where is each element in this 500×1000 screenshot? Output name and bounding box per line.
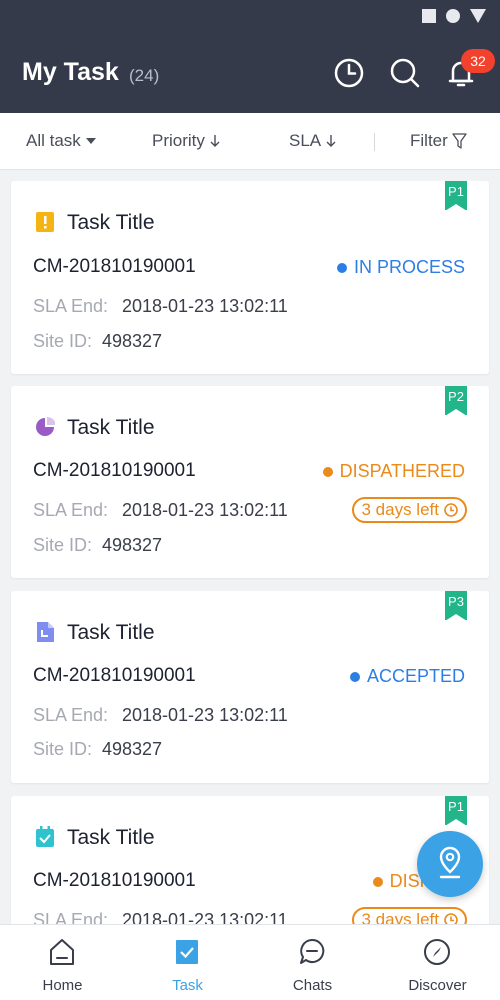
calendar-check-icon: [36, 826, 54, 847]
filter-button[interactable]: Filter: [410, 131, 467, 151]
pie-chart-icon: [36, 416, 55, 436]
square-icon: [422, 9, 436, 23]
task-title: Task Title: [67, 826, 155, 849]
sla-end-value: 2018-01-23 13:02:11: [122, 705, 288, 725]
time-left-badge: 3 days left: [351, 497, 467, 523]
task-title: Task Title: [67, 211, 155, 234]
priority-label: Priority: [152, 131, 205, 150]
circle-icon: [446, 9, 460, 23]
task-id: CM-201810190001: [33, 460, 196, 481]
time-left-text: 3 days left: [361, 500, 440, 519]
sla-end-label: SLA End:: [33, 500, 109, 520]
home-icon: [50, 939, 74, 965]
status-indicator: ACCEPTED: [349, 666, 465, 687]
status-bar: [0, 0, 500, 34]
filter-label: Filter: [410, 131, 448, 150]
warning-note-icon: [36, 212, 54, 232]
sla-end-value: 2018-01-23 13:02:11: [122, 500, 288, 520]
nav-task[interactable]: Task: [125, 925, 250, 1000]
priority-tag: P2: [445, 386, 467, 416]
all-task-dropdown[interactable]: All task: [26, 131, 97, 151]
bottom-nav: Home Task Chats Discover: [0, 924, 500, 1000]
document-icon: [37, 622, 54, 642]
site-id-value: 498327: [102, 739, 163, 759]
task-id: CM-201810190001: [33, 256, 196, 277]
app-bar: My Task (24): [0, 34, 500, 113]
arrow-down-icon: [326, 135, 336, 147]
status-text: IN PROCESS: [353, 257, 465, 277]
status-text: DISPATHERED: [339, 461, 465, 481]
arrow-down-icon: [210, 135, 220, 147]
priority-tag: P1: [445, 181, 467, 211]
status-indicator: IN PROCESS: [336, 257, 465, 278]
funnel-icon: [452, 133, 467, 149]
caret-down-icon: [85, 138, 96, 144]
site-id-label: Site ID:: [33, 739, 93, 759]
search-icon[interactable]: [388, 56, 422, 90]
nav-chats[interactable]: Chats: [250, 925, 375, 1000]
status-text: ACCEPTED: [366, 666, 465, 686]
site-id-value: 498327: [102, 535, 163, 555]
status-dot: [336, 262, 347, 273]
priority-tag: P1: [445, 796, 467, 826]
sla-sort[interactable]: SLA: [289, 131, 337, 151]
site-id-label: Site ID:: [33, 535, 93, 555]
nav-task-label: Task: [172, 977, 203, 994]
notification-badge: 32: [461, 49, 495, 73]
nav-discover[interactable]: Discover: [375, 925, 500, 1000]
divider: [374, 133, 375, 151]
priority-tag: P3: [445, 591, 467, 621]
compass-icon: [424, 939, 450, 965]
task-id: CM-201810190001: [33, 870, 196, 891]
history-clock-icon: [444, 503, 458, 517]
task-card[interactable]: P1 Task Title CM-201810190001 IN PROCESS…: [11, 181, 489, 374]
sla-end-label: SLA End:: [33, 705, 109, 725]
site-id-value: 498327: [102, 331, 163, 351]
priority-sort[interactable]: Priority: [152, 131, 221, 151]
task-title: Task Title: [67, 416, 155, 439]
status-dot: [322, 466, 333, 477]
status-indicator: DISPATHERED: [322, 461, 465, 482]
sla-end-value: 2018-01-23 13:02:11: [122, 296, 288, 316]
nav-home[interactable]: Home: [0, 925, 125, 1000]
location-fab[interactable]: [417, 831, 483, 897]
sla-end-label: SLA End:: [33, 296, 109, 316]
site-id-label: Site ID:: [33, 331, 93, 351]
triangle-icon: [470, 9, 486, 23]
nav-chats-label: Chats: [292, 977, 333, 994]
sla-label: SLA: [289, 131, 322, 150]
task-card[interactable]: P3 Task Title CM-201810190001 ACCEPTED S…: [11, 591, 489, 783]
chat-bubble-icon: [300, 938, 325, 964]
filter-bar: All task Priority SLA Filter: [0, 113, 500, 170]
task-card[interactable]: P2 Task Title CM-201810190001 DISPATHERE…: [11, 386, 489, 578]
task-id: CM-201810190001: [33, 665, 196, 686]
task-title: Task Title: [67, 621, 155, 644]
page-title: My Task: [22, 58, 119, 86]
task-check-icon: [176, 940, 198, 964]
all-task-label: All task: [26, 131, 81, 150]
clock-icon[interactable]: [332, 56, 366, 90]
task-count: (24): [129, 66, 160, 85]
status-dot: [372, 876, 383, 887]
nav-home-label: Home: [42, 977, 83, 994]
map-pin-icon: [439, 846, 461, 879]
status-dot: [349, 671, 360, 682]
nav-discover-label: Discover: [408, 977, 467, 994]
